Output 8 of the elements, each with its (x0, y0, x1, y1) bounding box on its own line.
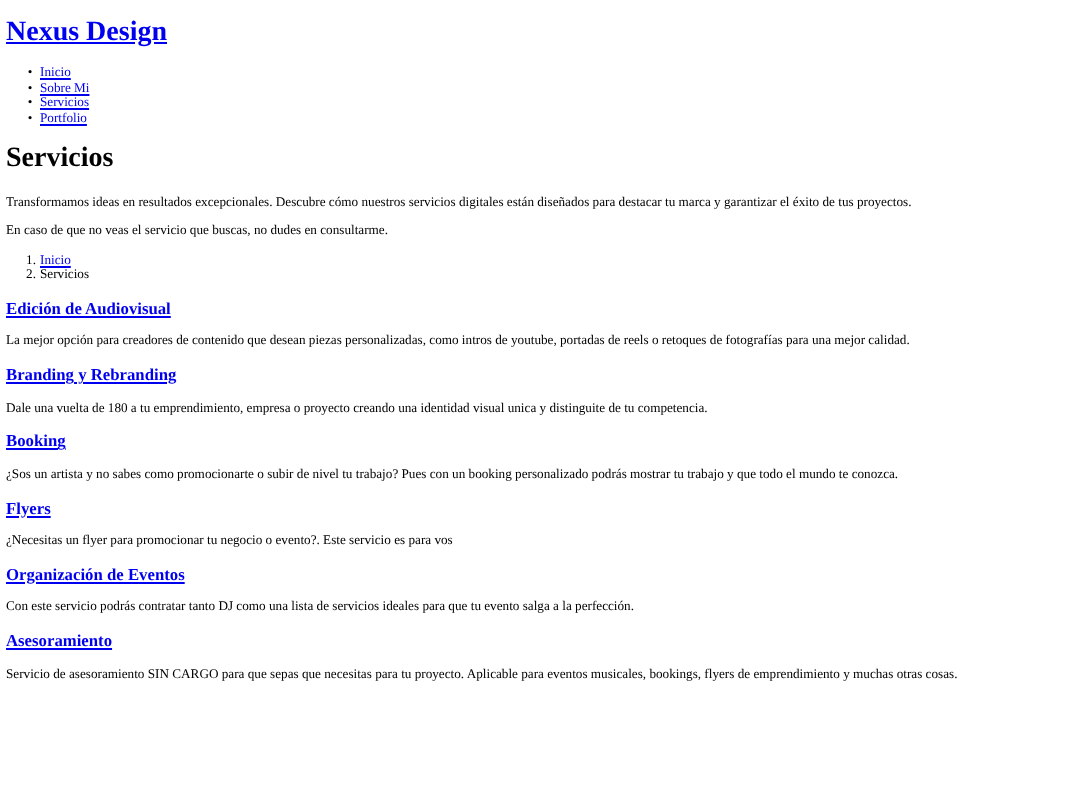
service-title-link[interactable]: Organización de Eventos (6, 565, 185, 584)
page-title: Servicios (6, 144, 116, 177)
service-title-link[interactable]: Asesoramiento (6, 631, 113, 650)
service-title-link[interactable]: Edición de Audiovisual (6, 299, 171, 318)
service-title-link[interactable]: Booking (6, 432, 66, 451)
service-title-link[interactable]: Flyers (6, 499, 51, 518)
service-title-link[interactable]: Branding y Rebranding (6, 366, 177, 385)
site-title-link[interactable]: Nexus Design (6, 18, 168, 48)
